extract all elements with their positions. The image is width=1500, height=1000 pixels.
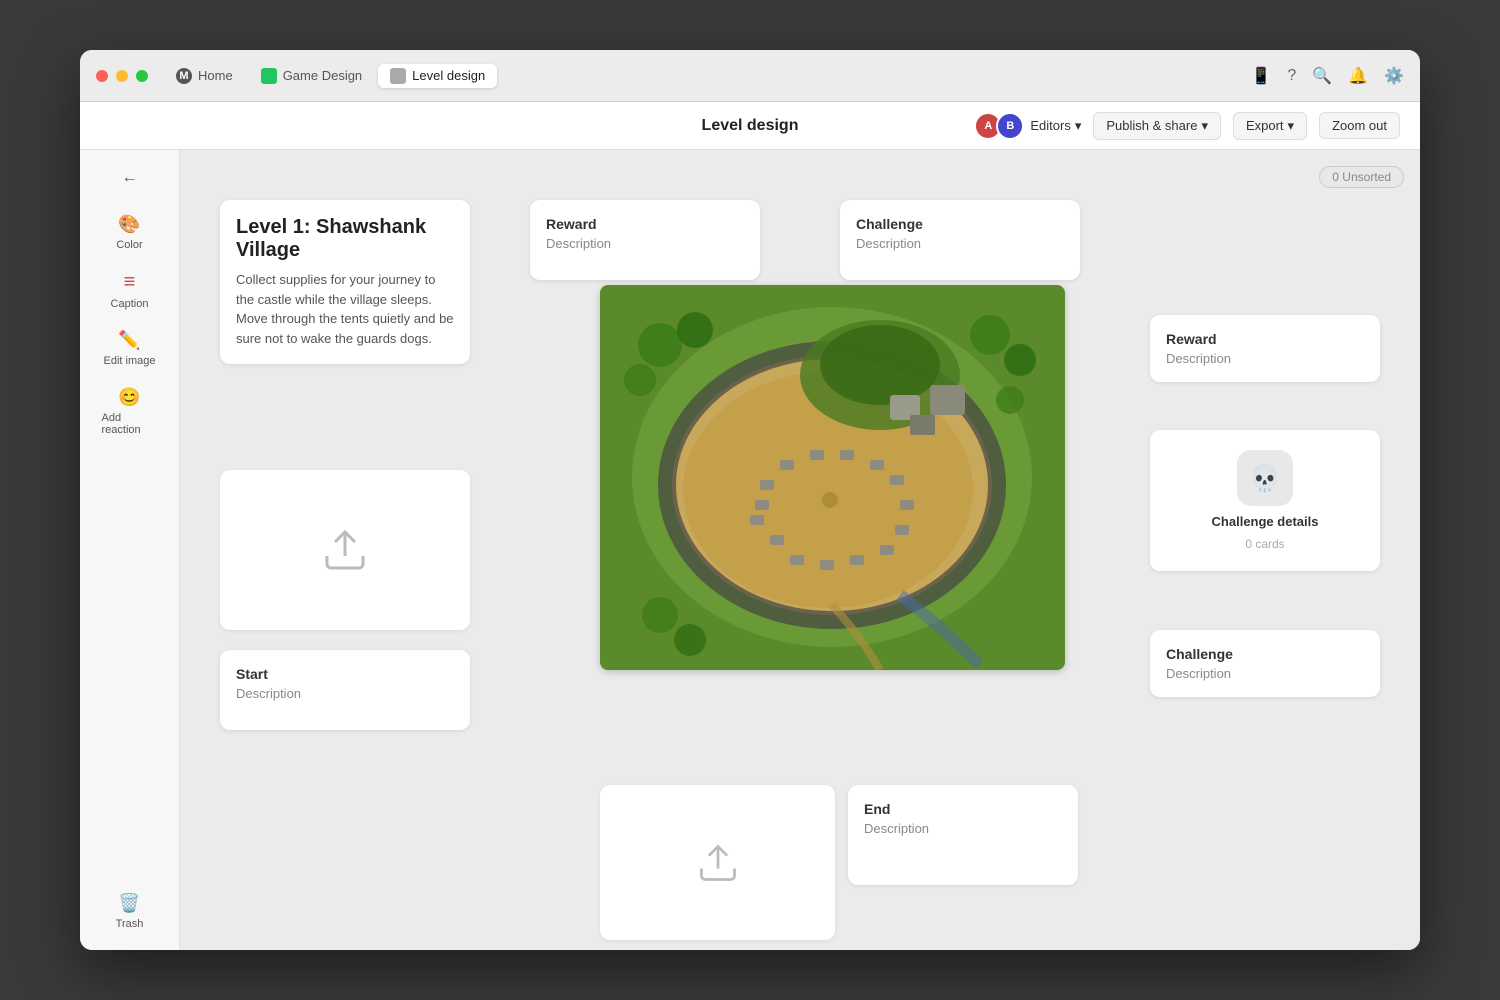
left-sidebar: ← 🎨 Color ≡ Caption ✏️ Edit image 😊 Add … [80,150,180,950]
back-button[interactable]: ← [114,162,146,194]
sidebar-item-color[interactable]: 🎨 Color [90,206,170,259]
publish-share-button[interactable]: Publish & share ▾ [1093,112,1221,140]
game-design-icon [261,68,277,84]
upload-area-left[interactable] [220,470,470,630]
skull-icon-wrap: 💀 [1237,450,1293,506]
add-reaction-icon: 😊 [118,387,140,408]
challenge-top-desc: Description [856,236,1064,251]
reward-top-title: Reward [546,216,744,232]
map-container [600,285,1065,670]
challenge-details-subtitle: 0 cards [1245,537,1284,551]
canvas-inner: Level 1: Shawshank Village Collect suppl… [200,170,1380,950]
reward-right-desc: Description [1166,351,1364,366]
app-window: M Home Game Design Level design 📱 ? 🔍 🔔 … [80,50,1420,950]
avatar-group: A B [974,112,1024,140]
challenge-details-card: 💀 Challenge details 0 cards [1150,430,1380,571]
sidebar-item-edit-image[interactable]: ✏️ Edit image [90,322,170,375]
level-design-icon [390,68,406,84]
skull-icon: 💀 [1249,463,1281,494]
settings-icon[interactable]: ⚙️ [1384,66,1404,86]
start-desc: Description [236,686,454,701]
avatar-2: B [996,112,1024,140]
color-icon: 🎨 [118,214,140,235]
bell-icon[interactable]: 🔔 [1348,66,1368,86]
trash-button[interactable]: 🗑️ Trash [108,885,152,938]
tab-home[interactable]: M Home [164,64,245,88]
title-bar-right: 📱 ? 🔍 🔔 ⚙️ [1251,66,1404,86]
trash-icon: 🗑️ [118,893,140,914]
export-button[interactable]: Export ▾ [1233,112,1307,140]
upload-icon-bottom [696,841,740,885]
reward-top-card: Reward Description [530,200,760,280]
map-svg [600,285,1065,670]
maximize-button[interactable] [136,70,148,82]
tab-level-design[interactable]: Level design [378,64,497,88]
start-title: Start [236,666,454,682]
edit-image-icon: ✏️ [118,330,140,351]
end-desc: Description [864,821,1062,836]
page-header: Level design A B Editors ▾ Publish & sha… [80,102,1420,150]
tab-game-design[interactable]: Game Design [249,64,374,88]
phone-icon[interactable]: 📱 [1251,66,1271,86]
end-card: End Description [848,785,1078,885]
challenge-right-desc: Description [1166,666,1364,681]
title-bar: M Home Game Design Level design 📱 ? 🔍 🔔 … [80,50,1420,102]
minimize-button[interactable] [116,70,128,82]
tab-bar: M Home Game Design Level design [164,64,1251,88]
start-card: Start Description [220,650,470,730]
challenge-details-title: Challenge details [1212,514,1319,529]
upload-area-bottom[interactable] [600,785,835,940]
upload-icon [321,526,369,574]
level-description: Collect supplies for your journey to the… [236,270,454,348]
reward-right-card: Reward Description [1150,315,1380,382]
home-icon: M [176,68,192,84]
challenge-right-title: Challenge [1166,646,1364,662]
main-content: ← 🎨 Color ≡ Caption ✏️ Edit image 😊 Add … [80,150,1420,950]
traffic-lights [96,70,148,82]
level-card: Level 1: Shawshank Village Collect suppl… [220,200,470,364]
editors-button[interactable]: Editors ▾ [1030,118,1081,134]
reward-top-desc: Description [546,236,744,251]
sidebar-item-caption[interactable]: ≡ Caption [90,263,170,318]
challenge-right-card: Challenge Description [1150,630,1380,697]
zoom-out-button[interactable]: Zoom out [1319,112,1400,139]
close-button[interactable] [96,70,108,82]
help-icon[interactable]: ? [1287,67,1296,85]
sidebar-item-add-reaction[interactable]: 😊 Add reaction [90,379,170,444]
canvas-area: 0 Unsorted Level 1: Shawshank Village Co… [180,150,1420,950]
search-icon[interactable]: 🔍 [1312,66,1332,86]
reward-right-title: Reward [1166,331,1364,347]
level-title: Level 1: Shawshank Village [236,216,454,262]
caption-icon: ≡ [124,271,136,294]
header-actions: A B Editors ▾ Publish & share ▾ Export ▾… [974,112,1400,140]
end-title: End [864,801,1062,817]
challenge-top-title: Challenge [856,216,1064,232]
page-title: Level design [702,117,799,135]
challenge-top-card: Challenge Description [840,200,1080,280]
